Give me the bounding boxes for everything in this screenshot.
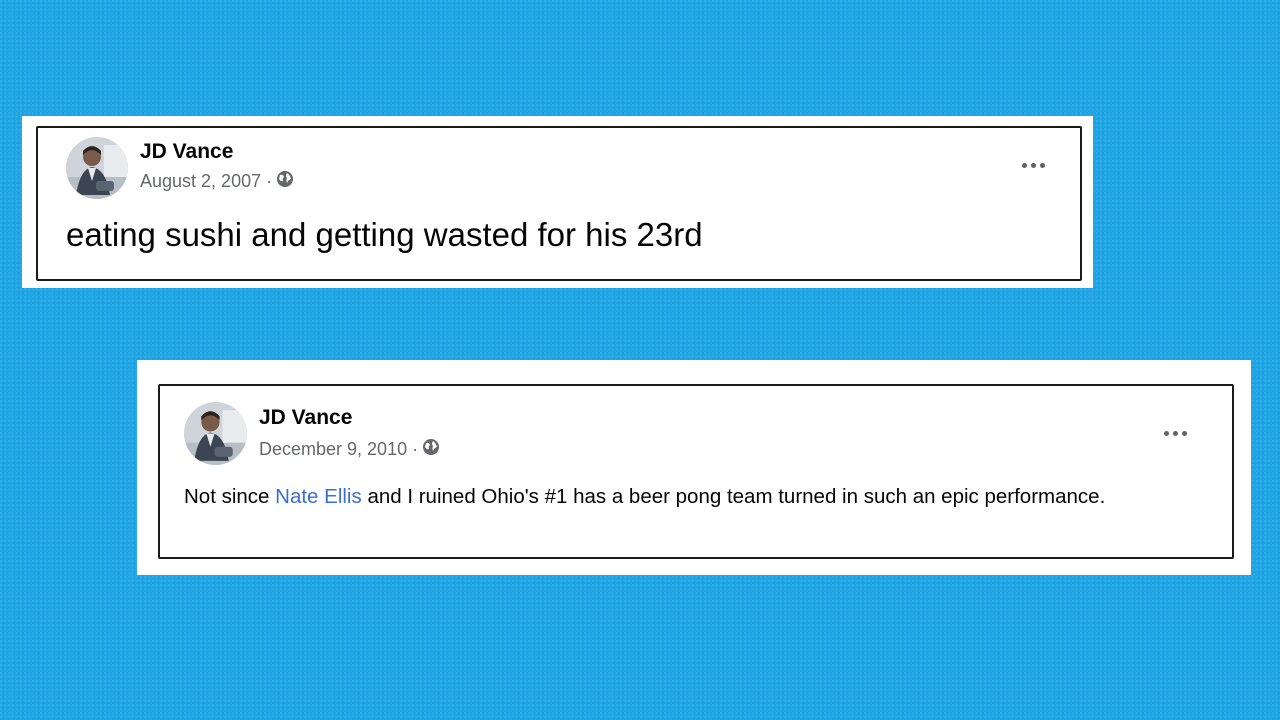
more-options-icon bbox=[1163, 430, 1169, 436]
author-name[interactable]: JD Vance bbox=[140, 140, 233, 164]
post-text: eating sushi and getting wasted for his … bbox=[66, 216, 703, 253]
meta-separator: · bbox=[412, 439, 419, 459]
post-date[interactable]: August 2, 2007 bbox=[140, 171, 261, 192]
profile-photo bbox=[66, 137, 128, 199]
profile-photo bbox=[184, 402, 247, 465]
post-text-start: Not since bbox=[184, 485, 276, 508]
post-text-end: and I ruined Ohio's #1 has a beer pong t… bbox=[361, 485, 1106, 508]
author-name[interactable]: JD Vance bbox=[259, 406, 352, 430]
globe-icon[interactable] bbox=[276, 170, 294, 193]
globe-icon[interactable] bbox=[422, 438, 440, 461]
more-options-icon bbox=[1021, 162, 1027, 168]
avatar[interactable] bbox=[184, 402, 247, 465]
post-date[interactable]: December 9, 2010 bbox=[259, 439, 407, 460]
avatar[interactable] bbox=[66, 137, 128, 199]
more-options-button[interactable] bbox=[1155, 423, 1195, 443]
post-meta: December 9, 2010 · bbox=[259, 438, 440, 461]
post-meta: August 2, 2007 · bbox=[140, 170, 294, 193]
meta-separator: · bbox=[266, 171, 273, 191]
facebook-post-2: JD Vance December 9, 2010 · Not since Na… bbox=[158, 384, 1234, 559]
post-text: Not since Nate Ellis and I ruined Ohio's… bbox=[184, 482, 1124, 512]
more-options-button[interactable] bbox=[1013, 155, 1053, 175]
facebook-post-1: JD Vance August 2, 2007 · eating sushi a… bbox=[36, 126, 1082, 281]
screenshot-card-1: JD Vance August 2, 2007 · eating sushi a… bbox=[22, 116, 1093, 288]
mention-link[interactable]: Nate Ellis bbox=[275, 485, 362, 508]
screenshot-card-2: JD Vance December 9, 2010 · Not since Na… bbox=[137, 360, 1251, 575]
